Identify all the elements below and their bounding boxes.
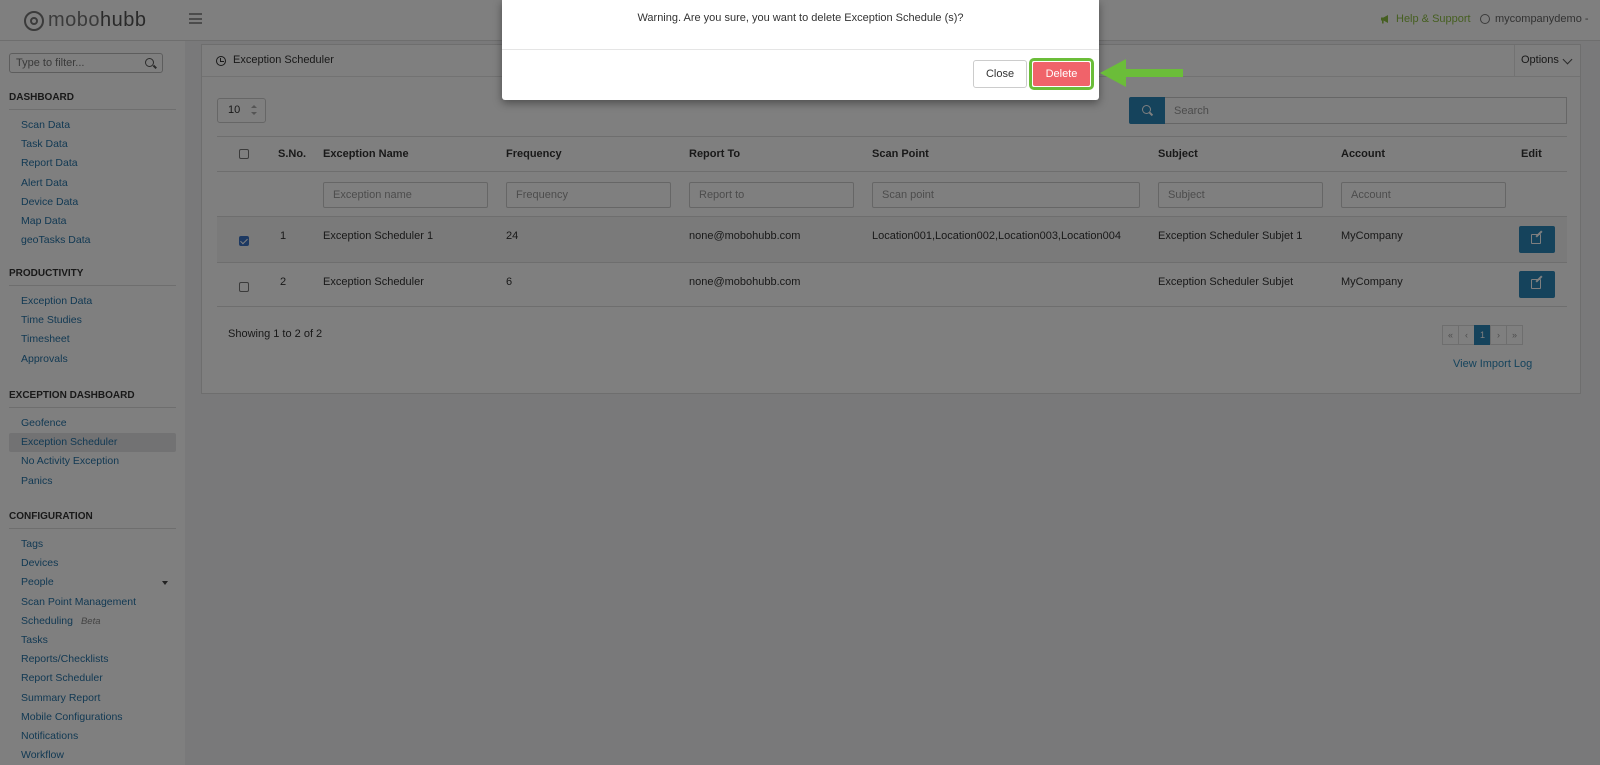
dialog-message: Warning. Are you sure, you want to delet… [637,12,964,24]
modal-backdrop[interactable] [0,0,1600,765]
pointer-arrow-icon [1100,59,1184,87]
delete-confirm-dialog: Warning. Are you sure, you want to delet… [502,0,1099,100]
delete-button[interactable]: Delete [1033,62,1090,86]
dialog-body: Warning. Are you sure, you want to delet… [502,0,1099,50]
close-button[interactable]: Close [973,60,1027,88]
delete-button-highlight: Delete [1029,58,1094,90]
